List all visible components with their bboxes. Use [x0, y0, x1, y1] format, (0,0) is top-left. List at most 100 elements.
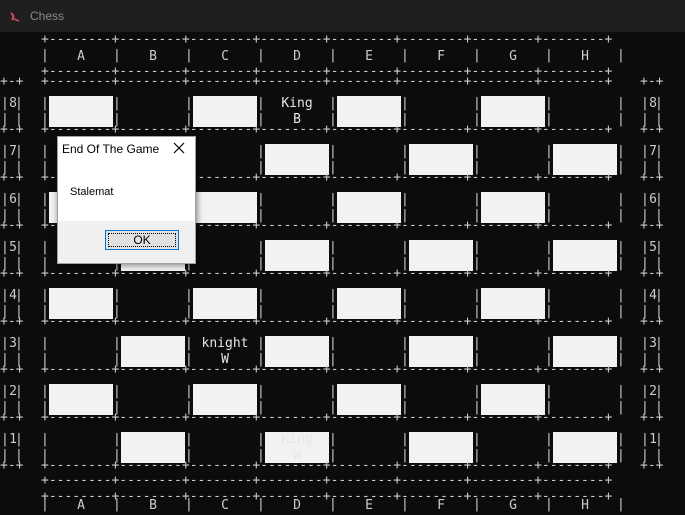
square-divider: |: [185, 384, 193, 399]
footer-column-label-d: D: [293, 498, 301, 513]
header-divider: |: [41, 497, 49, 512]
header-column-label-c: C: [221, 49, 229, 64]
piece-name: knight: [201, 336, 249, 351]
square-divider: |: [473, 288, 481, 303]
close-icon[interactable]: [172, 141, 186, 155]
right-label-frame: |: [655, 336, 663, 351]
square-divider: |: [617, 160, 625, 175]
square-divider: |: [545, 432, 553, 447]
square-divider: |: [329, 336, 337, 351]
header-divider: |: [329, 48, 337, 63]
square-divider: |: [617, 304, 625, 319]
square-divider: |: [185, 288, 193, 303]
square-divider: |: [473, 96, 481, 111]
square-divider: |: [617, 112, 625, 127]
header-column-label-f: F: [437, 49, 445, 64]
dialog-title: End Of The Game: [62, 142, 160, 156]
square-divider: |: [185, 96, 193, 111]
piece-color: B: [293, 112, 301, 127]
square-divider: |: [473, 432, 481, 447]
header-column-label-a: A: [77, 49, 85, 64]
header-column-label-h: H: [581, 49, 589, 64]
left-label-frame: |: [15, 384, 23, 399]
header-divider: |: [545, 497, 553, 512]
square-divider: |: [257, 192, 265, 207]
square-divider: |: [41, 192, 49, 207]
left-label-frame: |: [15, 192, 23, 207]
header-divider: |: [257, 48, 265, 63]
square-divider: |: [617, 384, 625, 399]
left-label-border: +-+: [0, 122, 24, 137]
header-divider: |: [113, 48, 121, 63]
header-divider: |: [41, 48, 49, 63]
footer-top-border: +--------+--------+--------+--------+---…: [41, 473, 613, 488]
left-label-border: +-+: [0, 458, 24, 473]
footer-column-label-f: F: [437, 498, 445, 513]
right-label-border: +-+: [640, 74, 664, 89]
left-label-frame: |: [1, 288, 9, 303]
right-label-frame: |: [641, 192, 649, 207]
square-divider: |: [545, 336, 553, 351]
right-label-frame: |: [641, 144, 649, 159]
square-divider: |: [617, 208, 625, 223]
square-divider: |: [401, 144, 409, 159]
square-divider: |: [185, 432, 193, 447]
piece-color: W: [293, 448, 301, 463]
left-label-border: +-+: [0, 74, 24, 89]
header-divider: |: [401, 497, 409, 512]
square-divider: |: [329, 240, 337, 255]
left-label-frame: |: [1, 96, 9, 111]
piece-king-d1[interactable]: King W: [261, 432, 333, 464]
right-label-border: +-+: [640, 458, 664, 473]
left-label-border: +-+: [0, 410, 24, 425]
left-label-frame: |: [15, 336, 23, 351]
square-divider: |: [113, 336, 121, 351]
header-column-label-d: D: [293, 49, 301, 64]
app-icon: [10, 12, 20, 22]
right-label-frame: |: [641, 288, 649, 303]
header-divider: |: [185, 497, 193, 512]
piece-knight-c3[interactable]: knight W: [189, 336, 261, 368]
footer-column-label-b: B: [149, 498, 157, 513]
square-divider: |: [617, 240, 625, 255]
square-divider: |: [617, 288, 625, 303]
left-label-border: +-+: [0, 314, 24, 329]
right-label-border: +-+: [640, 266, 664, 281]
square-divider: |: [473, 192, 481, 207]
square-divider: |: [41, 96, 49, 111]
square-divider: |: [257, 144, 265, 159]
dialog-content: End Of The Game Stalemat: [58, 137, 195, 221]
left-label-frame: |: [15, 432, 23, 447]
square-divider: |: [257, 240, 265, 255]
dialog-message: Stalemat: [70, 186, 114, 198]
footer-column-label-a: A: [77, 498, 85, 513]
header-column-label-g: G: [509, 49, 517, 64]
square-divider: |: [329, 144, 337, 159]
window-title: Chess: [30, 9, 65, 23]
left-label-frame: |: [1, 432, 9, 447]
left-label-border: +-+: [0, 218, 24, 233]
console-area: +--------+--------+--------+--------+---…: [0, 32, 685, 515]
right-label-border: +-+: [640, 122, 664, 137]
square-divider: |: [617, 400, 625, 415]
header-column-label-e: E: [365, 49, 373, 64]
square-divider: |: [257, 288, 265, 303]
header-divider: |: [545, 48, 553, 63]
square-divider: |: [41, 384, 49, 399]
end-of-game-dialog: End Of The Game Stalemat OK: [57, 136, 196, 264]
square-divider: |: [113, 96, 121, 111]
left-label-frame: |: [15, 96, 23, 111]
square-divider: |: [473, 240, 481, 255]
square-divider: |: [41, 144, 49, 159]
left-label-frame: |: [1, 144, 9, 159]
header-divider: |: [185, 48, 193, 63]
square-divider: |: [41, 432, 49, 447]
left-label-border: +-+: [0, 170, 24, 185]
ok-button[interactable]: OK: [105, 230, 179, 250]
square-divider: |: [473, 336, 481, 351]
piece-king-d8[interactable]: King B: [261, 96, 333, 128]
square-divider: |: [329, 192, 337, 207]
square-divider: |: [617, 336, 625, 351]
square-divider: |: [41, 336, 49, 351]
rank-border-2: +--------+--------+--------+--------+---…: [41, 362, 613, 377]
